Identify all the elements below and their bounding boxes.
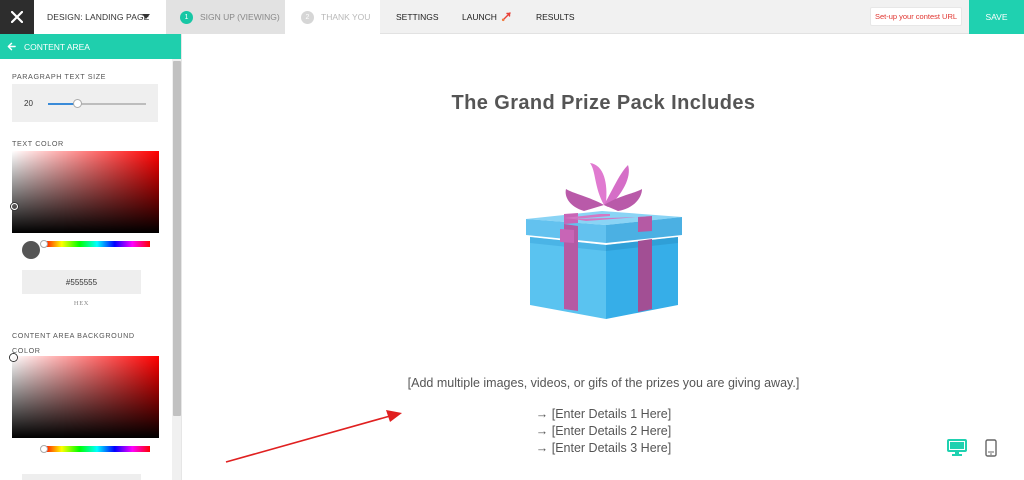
tab-sign-up-label: SIGN UP (VIEWING) [200, 12, 280, 22]
bg-color-picker-marker[interactable] [10, 354, 17, 361]
step-number-badge: 2 [301, 10, 314, 24]
design-dropdown[interactable]: DESIGN: LANDING PAGE [34, 0, 166, 34]
landing-page-canvas: The Grand Prize Pack Includes [Add multi… [183, 34, 1024, 480]
editor-app: DESIGN: LANDING PAGE 1 SIGN UP (VIEWING)… [0, 0, 1024, 480]
rocket-icon [501, 12, 511, 22]
sidebar-scrollbar[interactable] [172, 59, 181, 480]
text-color-hue-knob[interactable] [40, 240, 48, 248]
nav-results[interactable]: RESULTS [536, 0, 575, 34]
bg-color-label: CONTENT AREA BACKGROUND [12, 331, 135, 340]
prize-details-list[interactable]: → [Enter Details 1 Here] → [Enter Detail… [183, 406, 1024, 457]
text-color-label: TEXT COLOR [12, 139, 64, 148]
page-headline[interactable]: The Grand Prize Pack Includes [183, 92, 1024, 115]
design-dropdown-label: DESIGN: LANDING PAGE [47, 12, 150, 22]
text-color-swatch [22, 241, 40, 259]
paragraph-size-label: PARAGRAPH TEXT SIZE [12, 72, 107, 81]
prize-detail-item: → [Enter Details 2 Here] [535, 424, 672, 438]
sidebar-back-header[interactable]: CONTENT AREA [0, 34, 181, 59]
prize-note-text[interactable]: [Add multiple images, videos, or gifs of… [183, 376, 1024, 390]
bg-color-hue-knob[interactable] [40, 445, 48, 453]
bg-color-hue-slider[interactable] [40, 445, 150, 453]
sidebar: CONTENT AREA PARAGRAPH TEXT SIZE 20 TEXT… [0, 34, 182, 480]
top-bar: DESIGN: LANDING PAGE 1 SIGN UP (VIEWING)… [0, 0, 1024, 34]
mobile-icon[interactable] [985, 439, 997, 457]
text-color-hue-slider[interactable] [40, 240, 150, 248]
bg-color-saturation-field[interactable] [10, 354, 159, 438]
bg-color-hex-input[interactable] [22, 474, 141, 480]
prize-detail-item: → [Enter Details 1 Here] [535, 407, 672, 421]
save-button-label: SAVE [985, 12, 1008, 22]
nav-settings-label: SETTINGS [396, 12, 439, 22]
close-icon [11, 11, 23, 23]
caret-down-icon [142, 14, 150, 19]
setup-contest-url-button[interactable]: Set-up your contest URL [870, 7, 962, 26]
text-color-hex-label: HEX [73, 300, 90, 307]
gift-box-icon[interactable] [524, 159, 684, 324]
step-number-badge: 1 [180, 10, 193, 24]
desktop-icon[interactable] [947, 439, 967, 457]
close-button[interactable] [0, 0, 34, 34]
save-button[interactable]: SAVE [969, 0, 1024, 34]
paragraph-size-control: 20 [12, 84, 158, 122]
text-color-hex-input[interactable] [22, 270, 141, 294]
tab-thank-you[interactable]: 2 THANK YOU [285, 0, 380, 34]
arrow-left-icon [7, 42, 16, 51]
tab-thank-you-label: THANK YOU [321, 12, 371, 22]
nav-launch[interactable]: LAUNCH [462, 0, 511, 34]
nav-settings[interactable]: SETTINGS [396, 0, 439, 34]
tab-sign-up[interactable]: 1 SIGN UP (VIEWING) [166, 0, 285, 34]
prize-detail-item: → [Enter Details 3 Here] [535, 441, 672, 455]
sidebar-scrollbar-thumb[interactable] [173, 61, 181, 416]
setup-contest-url-label: Set-up your contest URL [874, 12, 958, 21]
text-color-picker-marker[interactable] [11, 203, 18, 210]
sidebar-title: CONTENT AREA [24, 41, 90, 52]
bg-color-label-line2: COLOR [12, 346, 41, 355]
nav-launch-label: LAUNCH [462, 12, 497, 22]
paragraph-size-slider-thumb[interactable] [72, 99, 82, 108]
paragraph-size-value: 20 [24, 99, 33, 108]
nav-results-label: RESULTS [536, 12, 575, 22]
text-color-saturation-field[interactable] [11, 151, 159, 233]
